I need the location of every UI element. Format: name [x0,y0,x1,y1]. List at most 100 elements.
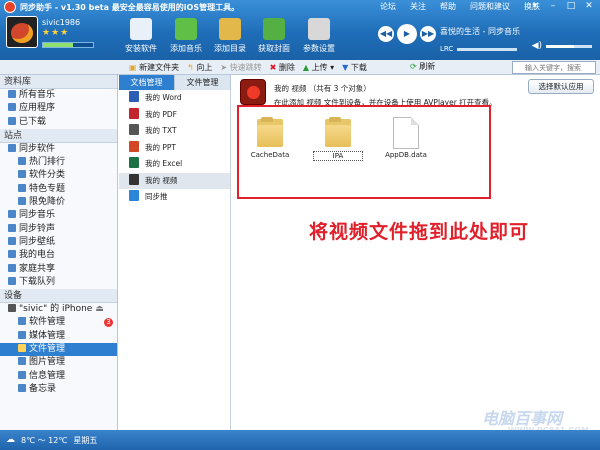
category-pdf[interactable]: 我的 PDF [119,107,230,124]
settings-icon [308,18,330,40]
sidebar-item-featured[interactable]: 特色专题 [0,183,117,196]
upload-icon: ▲ [302,63,310,72]
avatar[interactable] [6,16,38,48]
get-cover-button[interactable]: 获取封面 [251,16,297,54]
link-forum[interactable]: 论坛 [380,1,396,12]
file-item[interactable]: IPA [313,117,363,161]
section-devices: 设备 [0,289,117,304]
tongbutui-icon [129,190,139,201]
txt-icon [129,124,139,135]
sidebar-item-downloaded[interactable]: 已下载 [0,116,117,129]
temperature: 8℃ ～ 12℃ [21,435,68,445]
install-icon [130,18,152,40]
add-directory-button[interactable]: 添加目录 [207,16,253,54]
install-software-button[interactable]: 安装软件 [118,16,164,54]
category-list: 我的 Word 我的 PDF 我的 TXT 我的 PPT 我的 Excel 我的… [119,90,231,430]
maximize-icon[interactable]: □ [564,1,578,12]
sidebar-item-free-deals[interactable]: 限免降价 [0,196,117,209]
jump-icon: ➤ [220,63,228,72]
menu-icon[interactable]: ▾ [528,1,542,12]
sidebar-item-notes[interactable]: 备忘录 [0,383,117,396]
folder-add-icon [219,18,241,40]
music-player: ◀◀ ▶ ▶▶ 喜悦的生活 - 同步音乐 LRC ◀) [378,14,600,58]
sidebar-item-file-mgmt[interactable]: 文件管理 [0,343,117,357]
previous-icon[interactable]: ◀◀ [378,26,394,42]
up-button[interactable]: ↰ 向上 [187,62,212,73]
software-icon [8,143,16,152]
category-txt[interactable]: 我的 TXT [119,123,230,140]
add-music-button[interactable]: 添加音乐 [163,16,209,54]
level-progress [42,42,94,48]
lrc-label[interactable]: LRC [440,45,453,53]
sidebar-item-home-sharing[interactable]: 家庭共享 [0,263,117,276]
category-video[interactable]: 我的 视频 [119,172,230,189]
link-feedback[interactable]: 问题和建议 [470,1,510,12]
category-tongbutui[interactable]: 同步推 [119,189,230,206]
sidebar-item-media-mgmt[interactable]: 媒体管理 [0,330,117,343]
cover-icon [263,18,285,40]
category-word[interactable]: 我的 Word [119,90,230,107]
upload-button[interactable]: ▲ 上传 ▾ [303,62,334,73]
sidebar-item-sync-software[interactable]: 同步软件 [0,143,117,156]
minimize-icon[interactable]: – [546,1,560,12]
close-icon[interactable]: ✕ [582,1,596,12]
delete-icon: ✖ [269,63,277,72]
drag-instruction: 将视频文件拖到此处即可 [309,221,530,243]
sidebar-item-top-charts[interactable]: 热门排行 [0,156,117,169]
featured-icon [18,183,26,192]
sidebar-item-download-queue[interactable]: 下载队列 [0,276,117,289]
play-icon[interactable]: ▶ [397,24,417,44]
update-badge: 3 [104,318,113,328]
download-button[interactable]: ▼ 下载 [342,62,367,73]
choose-default-app-button[interactable]: 选择默认应用 [528,79,594,94]
pdf-icon [129,107,139,119]
queue-icon [8,276,16,285]
rating-stars: ★★★ [42,28,70,38]
sidebar-item-apps[interactable]: 应用程序 [0,102,117,115]
sidebar-item-sync-wallpapers[interactable]: 同步壁纸 [0,236,117,249]
category-ppt[interactable]: 我的 PPT [119,140,230,157]
delete-button[interactable]: ✖ 删除 [270,62,295,73]
video-app-icon [240,79,266,105]
sidebar-item-my-radio[interactable]: 我的电台 [0,249,117,262]
now-playing: 喜悦的生活 - 同步音乐 [440,27,520,36]
next-icon[interactable]: ▶▶ [420,26,436,42]
document-icon [393,117,419,149]
sidebar-item-sync-ringtones[interactable]: 同步铃声 [0,223,117,236]
sidebar-item-photo-mgmt[interactable]: 图片管理 [0,356,117,369]
speaker-icon[interactable]: ◀) [532,41,542,51]
device-iphone[interactable]: "sivic" 的 iPhone ⏏ [0,303,117,316]
sidebar-item-software-mgmt[interactable]: 软件管理 3 [0,316,117,329]
sidebar-item-message-mgmt[interactable]: 信息管理 [0,370,117,383]
sidebar-item-categories[interactable]: 软件分类 [0,169,117,182]
volume-slider[interactable] [546,45,592,48]
sidebar-item-sync-music[interactable]: 同步音乐 [0,209,117,222]
settings-button[interactable]: 参数设置 [296,16,342,54]
app-logo [4,1,16,13]
file-item[interactable]: CacheData [245,117,295,159]
notes-icon [18,383,26,392]
new-folder-button[interactable]: ▣ 新建文件夹 [129,62,179,73]
search-input[interactable] [512,61,596,74]
link-help[interactable]: 帮助 [440,1,456,12]
file-toolbar: ▣ 新建文件夹 ↰ 向上 ➤ 快速跳转 ✖ 删除 ▲ 上传 ▾ ▼ 下载 [119,61,515,74]
category-excel[interactable]: 我的 Excel [119,156,230,173]
tab-file-manager[interactable]: 文件管理 [175,75,231,90]
link-follow[interactable]: 关注 [410,1,426,12]
file-item[interactable]: AppDB.data [381,117,431,159]
status-bar: ☁ 8℃ ～ 12℃ 星期五 [0,430,600,450]
title-bar: 同步助手 - v1.30 beta 最安全最容易使用的iOS管理工具。 论坛 关… [0,0,600,14]
drop-zone[interactable]: CacheData IPA AppDB.data [237,105,491,199]
music-icon [8,90,16,98]
section-sites: 站点 [0,128,117,143]
refresh-button[interactable]: ⟳ 刷新 [410,61,435,72]
quick-jump-button[interactable]: ➤ 快速跳转 [220,62,261,73]
header-bar: 同步助手 - v1.30 beta 最安全最容易使用的iOS管理工具。 论坛 关… [0,0,600,60]
file-mgmt-icon [18,344,26,353]
apps-icon [8,103,16,112]
tab-document-manager[interactable]: 文档管理 [119,75,175,90]
manager-tabs: 文档管理 文件管理 [119,75,231,90]
sidebar-item-all-music[interactable]: 所有音乐 [0,89,117,102]
seek-bar[interactable] [457,47,518,51]
eject-icon[interactable]: ⏏ [95,304,104,314]
